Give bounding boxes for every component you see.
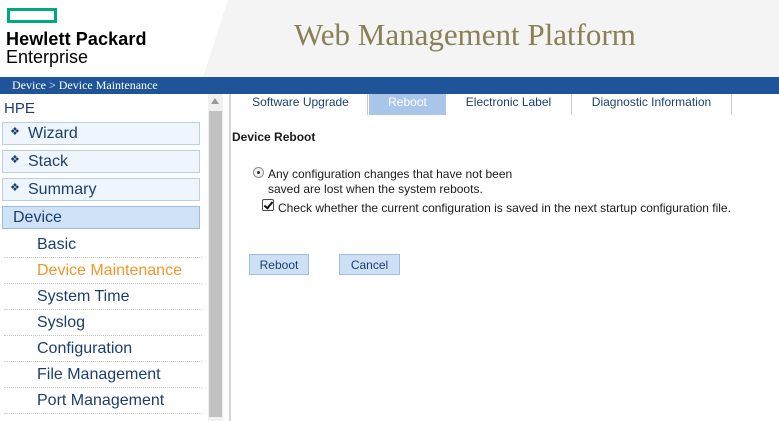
sidebar-root[interactable]: HPE [4, 100, 35, 117]
sidebar-separator [4, 361, 202, 362]
hpe-logo-icon [7, 8, 57, 23]
save-config-checkbox-label[interactable]: Check whether the current configuration … [278, 201, 731, 215]
save-config-checkbox[interactable] [262, 199, 274, 211]
sidebar-group-label: Device [13, 209, 62, 226]
sidebar-item-system-time[interactable]: System Time [37, 288, 129, 306]
reboot-button[interactable]: Reboot [249, 254, 309, 275]
sidebar-separator [4, 413, 202, 414]
sidebar-group-stack[interactable]: ❖ Stack [2, 150, 200, 173]
cancel-button[interactable]: Cancel [339, 254, 400, 275]
section-title: Device Reboot [232, 130, 316, 144]
sidebar-separator [4, 309, 202, 310]
sidebar-item-basic[interactable]: Basic [37, 236, 76, 254]
sidebar-item-file-management[interactable]: File Management [37, 366, 161, 384]
tab-software-upgrade[interactable]: Software Upgrade [234, 94, 368, 115]
app-title: Web Management Platform [294, 17, 636, 52]
sidebar-separator [4, 335, 202, 336]
tab-reboot[interactable]: Reboot [369, 94, 446, 115]
sidebar: HPE ❖ Wizard ❖ Stack ❖ Summary Device Ba… [0, 94, 208, 421]
diamond-bullet-icon: ❖ [10, 126, 20, 138]
sidebar-scrollbar[interactable] [208, 94, 223, 421]
scroll-up-arrow-icon[interactable] [211, 98, 219, 104]
sidebar-separator [4, 283, 202, 284]
breadcrumb-bar: Device > Device Maintenance [0, 77, 779, 94]
warning-text-line2: saved are lost when the system reboots. [268, 182, 483, 196]
scroll-thumb[interactable] [209, 111, 222, 417]
breadcrumb: Device > Device Maintenance [12, 78, 158, 92]
diamond-bullet-icon: ❖ [10, 154, 20, 166]
tab-electronic-label[interactable]: Electronic Label [446, 94, 572, 115]
diamond-bullet-icon: ❖ [10, 182, 20, 194]
sidebar-item-syslog[interactable]: Syslog [37, 314, 85, 332]
sidebar-separator [4, 387, 202, 388]
sidebar-item-device-maintenance[interactable]: Device Maintenance [37, 262, 182, 280]
sidebar-group-label: Wizard [28, 125, 78, 142]
sidebar-group-label: Stack [28, 153, 69, 170]
sidebar-group-wizard[interactable]: ❖ Wizard [2, 122, 200, 145]
sidebar-group-label: Summary [28, 181, 97, 198]
sidebar-group-device[interactable]: Device [2, 206, 200, 229]
sidebar-group-summary[interactable]: ❖ Summary [2, 178, 200, 201]
tab-bar: Software Upgrade Reboot Electronic Label… [234, 94, 779, 116]
sidebar-separator [4, 257, 202, 258]
warning-text-line1: Any configuration changes that have not … [268, 167, 513, 181]
brand-line2: Enterprise [6, 47, 89, 67]
pane-divider [229, 94, 231, 421]
sidebar-item-port-management[interactable]: Port Management [37, 392, 164, 410]
tab-diagnostic-information[interactable]: Diagnostic Information [572, 94, 732, 115]
warning-radio [253, 167, 264, 178]
header: Hewlett Packard Enterprise Web Managemen… [0, 0, 779, 77]
sidebar-item-configuration[interactable]: Configuration [37, 340, 132, 358]
